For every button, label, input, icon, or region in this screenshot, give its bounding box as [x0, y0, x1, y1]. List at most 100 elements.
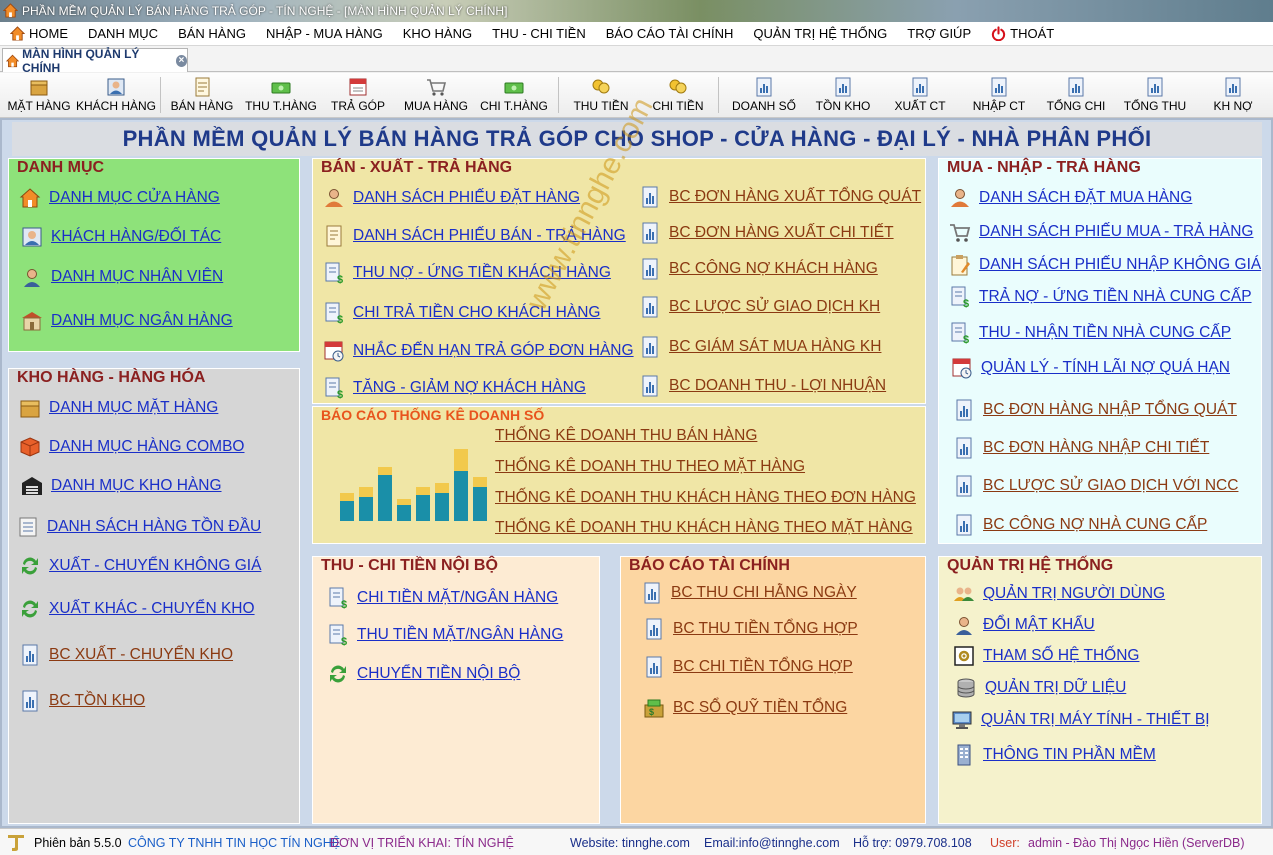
clipboard-icon [951, 255, 970, 276]
money-report-icon: $ [329, 624, 347, 646]
link-tang-giam-no-khach-hang[interactable]: $ TĂNG - GIẢM NỢ KHÁCH HÀNG [323, 377, 586, 399]
link-nhac-den-han-tra-gop[interactable]: NHẮC ĐẾN HẠN TRẢ GÓP ĐƠN HÀNG [323, 340, 634, 362]
svg-text:$: $ [963, 298, 969, 308]
toolbar-kh-no-button[interactable]: KH NỢ [1208, 75, 1258, 117]
panel-mua-nhap-title: MUA - NHẬP - TRẢ HÀNG [947, 159, 1141, 176]
menu-quan-tri-he-thong[interactable]: QUẢN TRỊ HỆ THỐNG [743, 22, 897, 46]
money-report-icon: $ [329, 587, 347, 609]
cart-icon [427, 79, 447, 96]
menu-bao-cao-tai-chinh[interactable]: BÁO CÁO TÀI CHÍNH [596, 22, 744, 46]
link-label: DANH SÁCH PHIẾU ĐẶT HÀNG [353, 189, 581, 206]
toolbar-ton-kho-button[interactable]: TỒN KHO [812, 75, 874, 117]
link-danh-muc-hang-combo[interactable]: DANH MỤC HÀNG COMBO [19, 436, 244, 458]
menu-kho-hang[interactable]: KHO HÀNG [393, 22, 482, 46]
link-bc-thu-tien-tong-hop[interactable]: BC THU TIỀN TỔNG HỢP [643, 618, 858, 640]
toolbar-xuat-ct-button[interactable]: XUẤT CT [890, 75, 950, 117]
link-label: CHI TRẢ TIỀN CHO KHÁCH HÀNG [353, 304, 601, 321]
menu-nhap-mua-hang[interactable]: NHẬP - MUA HÀNG [256, 22, 393, 46]
link-bc-don-hang-xuat-chi-tiet[interactable]: BC ĐƠN HÀNG XUẤT CHI TIẾT [639, 222, 894, 244]
link-thong-tin-phan-mem[interactable]: THÔNG TIN PHẦN MỀM [953, 744, 1156, 766]
exchange-icon [330, 665, 346, 683]
link-tham-so-he-thong[interactable]: THAM SỐ HỆ THỐNG [953, 645, 1139, 667]
toolbar-mat-hang-button[interactable]: MẶT HÀNG [6, 75, 72, 117]
menu-danh-muc[interactable]: DANH MỤC [78, 22, 168, 46]
panel-kho-hang-title: KHO HÀNG - HÀNG HÓA [17, 369, 206, 386]
link-danh-muc-mat-hang[interactable]: DANH MỤC MẶT HÀNG [19, 397, 218, 419]
link-danh-muc-kho-hang[interactable]: DANH MỤC KHO HÀNG [21, 475, 222, 497]
close-icon[interactable]: × [175, 54, 187, 67]
link-bc-doanh-thu-loi-nhuan[interactable]: BC DOANH THU - LỢI NHUẬN [639, 375, 886, 397]
link-bc-ton-kho[interactable]: BC TỒN KHO [19, 690, 145, 712]
link-danh-muc-ngan-hang[interactable]: DANH MỤC NGÂN HÀNG [21, 310, 233, 332]
link-bc-don-hang-nhap-tong-quat[interactable]: BC ĐƠN HÀNG NHẬP TỔNG QUÁT [953, 399, 1237, 421]
link-danh-muc-cua-hang[interactable]: DANH MỤC CỬA HÀNG [19, 187, 220, 209]
link-label: BC ĐƠN HÀNG XUẤT CHI TIẾT [669, 224, 894, 241]
toolbar-khach-hang-button[interactable]: KHÁCH HÀNG [76, 75, 156, 117]
link-danh-sach-dat-mua-hang[interactable]: DANH SÁCH ĐẶT MUA HÀNG [949, 187, 1192, 209]
link-tra-no-ung-tien-nha-cung-cap[interactable]: $ TRẢ NỢ - ỨNG TIỀN NHÀ CUNG CẤP [949, 286, 1252, 308]
link-label: BC DOANH THU - LỢI NHUẬN [669, 377, 887, 394]
link-bc-cong-no-nha-cung-cap[interactable]: BC CÔNG NỢ NHÀ CUNG CẤP [953, 514, 1207, 536]
link-doi-mat-khau[interactable]: ĐỔI MẬT KHẨU [953, 614, 1095, 636]
panel-bao-cao-tai-chinh: BÁO CÁO TÀI CHÍNH BC THU CHI HẰNG NGÀY B… [620, 556, 926, 824]
link-bc-luoc-su-giao-dich-voi-ncc[interactable]: BC LƯỢC SỬ GIAO DỊCH VỚI NCC [953, 475, 1238, 497]
link-bc-chi-tien-tong-hop[interactable]: BC CHI TIỀN TỔNG HỢP [643, 656, 853, 678]
menu-home[interactable]: HOME [0, 22, 78, 46]
home-icon [10, 26, 25, 41]
link-chi-tien-mat-ngan-hang[interactable]: $ CHI TIỀN MẶT/NGÂN HÀNG [327, 587, 558, 609]
link-label: BC LƯỢC SỬ GIAO DỊCH KH [669, 298, 881, 315]
link-xuat-chuyen-khong-gia[interactable]: XUẤT - CHUYỂN KHÔNG GIÁ [19, 555, 261, 577]
link-danh-sach-hang-ton-dau[interactable]: DANH SÁCH HÀNG TỒN ĐẦU [17, 516, 261, 538]
link-label: BC THU TIỀN TỔNG HỢP [673, 620, 858, 637]
link-bc-luoc-su-giao-dich-kh[interactable]: BC LƯỢC SỬ GIAO DỊCH KH [639, 296, 880, 318]
calendar-icon [349, 78, 367, 96]
link-xuat-khac-chuyen-kho[interactable]: XUẤT KHÁC - CHUYỂN KHO [19, 598, 255, 620]
link-quan-tri-nguoi-dung[interactable]: QUẢN TRỊ NGƯỜI DÙNG [953, 583, 1165, 605]
link-danh-sach-phieu-dat-hang[interactable]: DANH SÁCH PHIẾU ĐẶT HÀNG [323, 187, 580, 209]
link-bc-cong-no-khach-hang[interactable]: BC CÔNG NỢ KHÁCH HÀNG [639, 258, 878, 280]
toolbar-thu-t-hang-button[interactable]: THU T.HÀNG [244, 75, 318, 117]
link-thong-ke-doanh-thu-theo-mat-hang[interactable]: THỐNG KÊ DOANH THU THEO MẶT HÀNG [495, 458, 805, 476]
link-danh-sach-phieu-mua-tra-hang[interactable]: DANH SÁCH PHIẾU MUA - TRẢ HÀNG [949, 221, 1253, 243]
link-bc-don-hang-nhap-chi-tiet[interactable]: BC ĐƠN HÀNG NHẬP CHI TIẾT [953, 437, 1209, 459]
link-bc-thu-chi-hang-ngay[interactable]: BC THU CHI HẰNG NGÀY [641, 582, 857, 604]
link-label: THU TIỀN MẶT/NGÂN HÀNG [357, 626, 564, 643]
link-label: TRẢ NỢ - ỨNG TIỀN NHÀ CUNG CẤP [979, 288, 1252, 305]
user-label: User: [990, 836, 1020, 850]
menu-thoat[interactable]: THOÁT [981, 22, 1064, 46]
toolbar-doanh-so-button[interactable]: DOANH SỐ [730, 75, 798, 117]
menu-thu-chi-tien[interactable]: THU - CHI TIỀN [482, 22, 596, 46]
report-icon [642, 336, 658, 358]
link-quan-tri-du-lieu[interactable]: QUẢN TRỊ DỮ LIỆU [955, 677, 1126, 699]
link-quan-ly-tinh-lai-no-qua-han[interactable]: QUẢN LÝ - TÍNH LÃI NỢ QUÁ HẠN [951, 357, 1230, 379]
toolbar-tong-chi-button[interactable]: TỔNG CHI [1044, 75, 1108, 117]
link-khach-hang-doi-tac[interactable]: KHÁCH HÀNG/ĐỐI TÁC [21, 226, 221, 248]
toolbar-chi-t-hang-button[interactable]: CHI T.HÀNG [478, 75, 550, 117]
toolbar-tong-thu-button[interactable]: TỔNG THU [1122, 75, 1188, 117]
link-quan-tri-may-tinh-thiet-bi[interactable]: QUẢN TRỊ MÁY TÍNH - THIẾT BỊ [951, 709, 1210, 731]
link-bc-xuat-chuyen-kho[interactable]: BC XUẤT - CHUYỂN KHO [19, 644, 233, 666]
link-chuyen-tien-noi-bo[interactable]: CHUYỂN TIỀN NỘI BỘ [327, 663, 520, 685]
link-bc-giam-sat-mua-hang-kh[interactable]: BC GIÁM SÁT MUA HÀNG KH [639, 336, 881, 358]
panel-ban-xuat-title: BÁN - XUẤT - TRẢ HÀNG [321, 159, 513, 176]
menu-bar: HOME DANH MỤC BÁN HÀNG NHẬP - MUA HÀNG K… [0, 22, 1273, 46]
link-thu-nhan-tien-nha-cung-cap[interactable]: $ THU - NHẬN TIỀN NHÀ CUNG CẤP [949, 322, 1231, 344]
tab-main-screen[interactable]: MÀN HÌNH QUẢN LÝ CHÍNH × [2, 47, 188, 75]
link-danh-muc-nhan-vien[interactable]: DANH MỤC NHÂN VIÊN [21, 266, 223, 288]
toolbar-tra-gop-button[interactable]: TRẢ GÓP [328, 75, 388, 117]
link-thong-ke-doanh-thu-ban-hang[interactable]: THỐNG KÊ DOANH THU BÁN HÀNG [495, 427, 757, 445]
link-bc-don-hang-xuat-tong-quat[interactable]: BC ĐƠN HÀNG XUẤT TỔNG QUÁT [639, 186, 921, 208]
menu-tro-giup[interactable]: TRỢ GIÚP [897, 22, 981, 46]
link-chi-tra-tien-cho-khach-hang[interactable]: $ CHI TRẢ TIỀN CHO KHÁCH HÀNG [323, 302, 600, 324]
toolbar-mua-hang-button[interactable]: MUA HÀNG [402, 75, 470, 117]
house-icon [19, 188, 41, 208]
toolbar-ban-hang-button[interactable]: BÁN HÀNG [168, 75, 236, 117]
link-bc-so-quy-tien-tong[interactable]: $ BC SỔ QUỸ TIỀN TỔNG [643, 697, 847, 719]
link-danh-sach-phieu-nhap-khong-gia[interactable]: DANH SÁCH PHIẾU NHẬP KHÔNG GIÁ [949, 254, 1261, 276]
link-thu-tien-mat-ngan-hang[interactable]: $ THU TIỀN MẶT/NGÂN HÀNG [327, 624, 563, 646]
company-text: CÔNG TY TNHH TIN HỌC TÍN NGHỆ [128, 836, 341, 850]
link-thong-ke-doanh-thu-kh-theo-don-hang[interactable]: THỐNG KÊ DOANH THU KHÁCH HÀNG THEO ĐƠN H… [495, 489, 916, 507]
link-thong-ke-doanh-thu-kh-theo-mat-hang[interactable]: THỐNG KÊ DOANH THU KHÁCH HÀNG THEO MẶT H… [495, 519, 913, 537]
toolbar-nhap-ct-button[interactable]: NHẬP CT [968, 75, 1030, 117]
menu-ban-hang[interactable]: BÁN HÀNG [168, 22, 256, 46]
